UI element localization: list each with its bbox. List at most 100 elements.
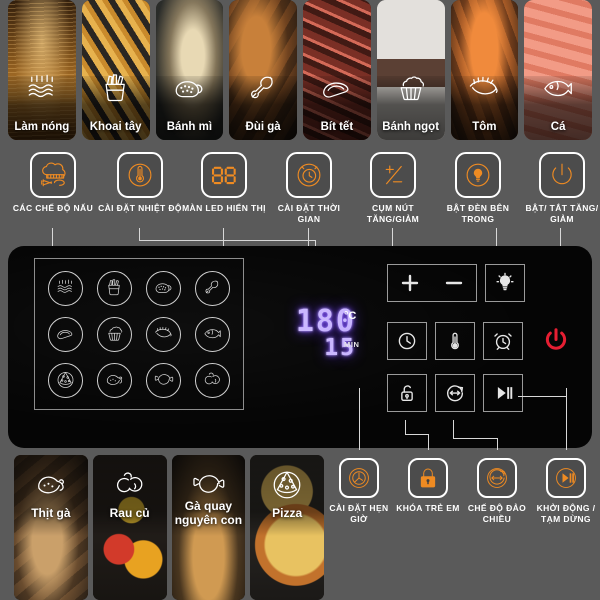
legend-bulb-circle[interactable]: BẬT ĐÈN BÊN TRONG xyxy=(435,152,521,225)
food-card: Đùi gà xyxy=(229,0,297,140)
play-pause-icon xyxy=(497,386,513,400)
food-card: Pizza xyxy=(250,455,324,600)
time-readout: 15 xyxy=(324,335,356,361)
minus-icon[interactable] xyxy=(432,271,476,295)
power-button[interactable] xyxy=(538,322,574,358)
food-card: Khoai tây xyxy=(81,0,150,140)
food-card-label: Khoai tây xyxy=(89,120,142,133)
time-unit-label: MIN xyxy=(344,340,360,349)
legend-timer-circle[interactable]: CÀI ĐẶT HẸN GIỜ xyxy=(325,458,393,525)
drumstick-icon xyxy=(229,68,297,110)
preset-vegetables[interactable] xyxy=(195,362,230,398)
legend-label: CÀI ĐẶT THỜI GIAN xyxy=(277,203,341,224)
connector-line xyxy=(405,420,406,434)
food-card: Cá xyxy=(524,0,592,140)
reverse-mode-button[interactable] xyxy=(435,374,475,412)
appliance-infographic: Làm nóng Khoai tây Bánh mì Đùi gà Bít tết Bán… xyxy=(0,0,600,600)
padlock-open-icon xyxy=(401,385,413,402)
food-card-label: Tôm xyxy=(472,120,497,133)
timer-button[interactable] xyxy=(387,322,427,360)
thermometer-circle-icon[interactable] xyxy=(117,152,163,198)
connector-line xyxy=(453,438,497,439)
connector-line xyxy=(497,438,498,450)
food-card: Thịt gà xyxy=(14,455,88,600)
legend-label: CHẾ ĐỘ ĐẢO CHIỀU xyxy=(467,503,527,524)
alarm-circle-icon[interactable] xyxy=(286,152,332,198)
food-card: Bánh mì xyxy=(155,0,224,140)
food-card-label: Làm nóng xyxy=(14,120,70,133)
preset-program-grid[interactable] xyxy=(41,265,237,403)
preset-pizza[interactable] xyxy=(48,362,83,398)
bulb-circle-icon[interactable] xyxy=(455,152,501,198)
connector-line xyxy=(405,434,428,435)
preset-heat-waves[interactable] xyxy=(48,270,83,306)
legend-padlock[interactable]: KHÓA TRẺ EM xyxy=(394,458,462,514)
food-card: Rau củ xyxy=(92,455,167,600)
padlock-icon[interactable] xyxy=(408,458,448,498)
vegetables-icon xyxy=(93,465,167,505)
fries-icon xyxy=(82,68,150,110)
legend-play-pause-circle[interactable]: KHỞI ĐỘNG / TẠM DỪNG xyxy=(532,458,600,525)
alarm-button[interactable] xyxy=(483,322,523,360)
seven-segment-display-icon[interactable] xyxy=(201,152,247,198)
reverse-circle-icon[interactable] xyxy=(477,458,517,498)
bottom-food-card-row: Thịt gà Rau củ Gà quay nguyên con Pizza xyxy=(14,455,324,600)
interior-light-button[interactable] xyxy=(485,264,525,302)
preset-whole-chicken[interactable] xyxy=(146,362,181,398)
food-card-label: Bánh mì xyxy=(166,120,213,133)
legend-label: CÁC CHẾ ĐỘ NẤU xyxy=(12,203,94,213)
legend-thermometer-circle[interactable]: CÀI ĐẶT NHIỆT ĐỘ xyxy=(97,152,183,214)
preset-shrimp[interactable] xyxy=(146,316,181,352)
plus-minus-button-pair[interactable] xyxy=(387,264,477,302)
legend-label: CÀI ĐẶT HẸN GIỜ xyxy=(329,503,389,524)
connector-line xyxy=(453,420,454,438)
temperature-readout: 180 xyxy=(295,304,356,339)
bread-icon xyxy=(156,68,224,110)
connector-line xyxy=(223,228,224,246)
start-pause-button[interactable] xyxy=(483,374,523,412)
legend-label: CÀI ĐẶT NHIỆT ĐỘ xyxy=(98,203,182,213)
play-pause-circle-icon[interactable] xyxy=(546,458,586,498)
child-lock-button[interactable] xyxy=(387,374,427,412)
preset-fries[interactable] xyxy=(97,270,132,306)
food-card-label: Thịt gà xyxy=(31,506,71,520)
top-food-card-row: Làm nóng Khoai tây Bánh mì Đùi gà Bít tết Bán… xyxy=(8,0,592,140)
connector-line xyxy=(139,228,140,240)
preset-fish[interactable] xyxy=(195,316,230,352)
preset-steak[interactable] xyxy=(48,316,83,352)
steak-icon xyxy=(303,68,371,110)
control-panel: 180 15 °C MIN xyxy=(8,246,592,448)
plus-minus-icon[interactable] xyxy=(370,152,416,198)
legend-reverse-circle[interactable]: CHẾ ĐỘ ĐẢO CHIỀU xyxy=(463,458,531,525)
legend-chef-hat[interactable]: CÁC CHẾ ĐỘ NẤU xyxy=(10,152,96,214)
legend-seven-segment-display[interactable]: MÀN LED HIỂN THỊ xyxy=(181,152,267,214)
preset-bread[interactable] xyxy=(146,270,181,306)
connector-line xyxy=(139,240,315,241)
legend-label: KHỞI ĐỘNG / TẠM DỪNG xyxy=(536,503,596,524)
legend-label: KHÓA TRẺ EM xyxy=(396,503,460,513)
timer-circle-icon[interactable] xyxy=(339,458,379,498)
preset-drumstick[interactable] xyxy=(195,270,230,306)
power-icon[interactable] xyxy=(539,152,585,198)
legend-label: CỤM NÚT TĂNG/GIẢM xyxy=(366,203,420,224)
preset-program-grid-frame xyxy=(34,258,244,410)
food-card: Bánh ngọt xyxy=(376,0,445,140)
connector-line xyxy=(566,388,567,450)
led-display: 180 15 xyxy=(266,304,356,361)
preset-cupcake[interactable] xyxy=(97,316,132,352)
food-card-label: Bít tết xyxy=(320,120,354,133)
plus-icon[interactable] xyxy=(388,271,432,295)
legend-label: BẬT ĐÈN BÊN TRONG xyxy=(446,203,510,224)
legend-label: MÀN LED HIỂN THỊ xyxy=(182,203,266,213)
temperature-button[interactable] xyxy=(435,322,475,360)
clock-icon xyxy=(398,332,416,350)
preset-chicken-meat[interactable] xyxy=(97,362,132,398)
food-card-label: Gà quay nguyên con xyxy=(174,499,243,527)
legend-plus-minus[interactable]: CỤM NÚT TĂNG/GIẢM xyxy=(350,152,436,225)
chef-hat-icon[interactable] xyxy=(30,152,76,198)
legend-alarm-circle[interactable]: CÀI ĐẶT THỜI GIAN xyxy=(266,152,352,225)
food-card-label: Rau củ xyxy=(109,506,150,520)
reverse-rotate-icon xyxy=(447,385,464,402)
legend-power[interactable]: BẬT/ TẮT TĂNG/ GIẢM xyxy=(519,152,600,225)
connector-line xyxy=(518,396,566,397)
